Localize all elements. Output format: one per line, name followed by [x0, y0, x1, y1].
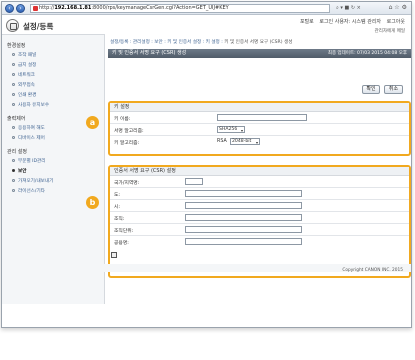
country-label: 국가/지역명: [114, 181, 140, 186]
bullet-icon [12, 169, 15, 172]
key-name-input[interactable] [217, 114, 307, 121]
sidebar-heading-preferences: 환경설정 [7, 43, 26, 49]
csr-settings-section: 인증서 서명 요구 (CSR) 설정 국가/지역명: 도: 시: 조직: 조직단… [108, 165, 411, 278]
refresh-icon[interactable]: ↻ [351, 5, 355, 11]
home-icon[interactable]: ⌂ [389, 4, 393, 11]
forward-icon[interactable]: › [16, 4, 25, 13]
cancel-button[interactable]: 취소 [384, 85, 403, 94]
sidebar-item-network[interactable]: 네트워크 [12, 72, 35, 78]
key-length-select[interactable]: 2048-bit ▾ [230, 138, 260, 145]
key-algorithm-type: RSA [217, 139, 227, 144]
common-name-input[interactable] [185, 238, 302, 245]
copyright: Copyright CANON INC. 2015 [342, 268, 403, 273]
state-input[interactable] [185, 190, 302, 197]
signature-algorithm-row: 서명 알고리즘: SHA256 ▾ [110, 124, 409, 136]
key-algorithm-label: 키 알고리즘: [114, 141, 140, 146]
sidebar-heading-management: 관리 설정 [7, 149, 27, 155]
sidebar-item-print[interactable]: 인쇄 환경 [12, 92, 36, 98]
logout-link[interactable]: 로그아웃 [387, 19, 405, 25]
breadcrumb: 설정/등록 : 관리설정 : 보안 : 키 및 인증서 설정 : 키 설정 : … [110, 39, 292, 45]
address-bar: ‹ › http://192.168.1.81:8000/rps/keymana… [2, 2, 411, 15]
page-title: 설정/등록 [23, 22, 54, 31]
dropdown-icon[interactable]: ▾ [340, 5, 343, 11]
key-algorithm-row: 키 알고리즘: RSA 2048-bit ▾ [110, 136, 409, 148]
city-label: 시: [114, 205, 121, 210]
header-links: 포털로 로그인 사용자: 시스템 관리자 로그아웃 관리자에게 메일 [296, 18, 405, 34]
url-host: 192.168.1.81 [54, 5, 92, 11]
organization-input[interactable] [185, 214, 302, 221]
favorites-icon[interactable]: ☆ [394, 4, 399, 11]
site-header: 설정/등록 포털로 로그인 사용자: 시스템 관리자 로그아웃 관리자에게 메일 [2, 16, 411, 34]
common-name-row: 공용명: [110, 236, 409, 248]
url-path: :8000/rps/keymanageCsrGen.cgi?Action=GET… [91, 5, 229, 11]
key-name-row: 키 이름: [110, 112, 409, 124]
country-row: 국가/지역명: [110, 176, 409, 188]
url-prefix: http:// [39, 5, 55, 11]
close-icon[interactable]: × [357, 5, 361, 11]
city-input[interactable] [185, 202, 302, 209]
sidebar-item-security[interactable]: 보안 [12, 168, 26, 174]
city-row: 시: [110, 200, 409, 212]
favicon-icon [33, 6, 38, 11]
callout-b: b [86, 196, 99, 209]
sidebar-item-external[interactable]: 외부접속 [12, 82, 35, 88]
chevron-down-icon: ▾ [255, 140, 258, 145]
sidebar-item-control-panel[interactable]: 조작 패널 [12, 52, 36, 58]
sidebar-heading-output: 출력제어 [7, 116, 26, 122]
key-settings-heading: 키 설정 [110, 103, 409, 112]
bullet-icon [12, 63, 15, 66]
bullet-icon [12, 83, 15, 86]
gear-icon[interactable]: ⚙ [402, 4, 407, 11]
url-input[interactable]: http://192.168.1.81:8000/rps/keymanageCs… [30, 4, 330, 13]
bullet-icon [12, 136, 15, 139]
signature-algorithm-label: 서명 알고리즘: [114, 129, 144, 134]
section-title: 키 및 인증서 서명 요구 (CSR) 생성 [112, 50, 187, 56]
common-name-label: 공용명: [114, 241, 129, 246]
page-top-icon[interactable] [111, 252, 117, 258]
sidebar-item-department-id[interactable]: 부문별 ID관리 [12, 158, 45, 164]
sidebar-item-device-control[interactable]: 디바이스 제어 [12, 135, 45, 141]
bullet-icon [12, 93, 15, 96]
state-row: 도: [110, 188, 409, 200]
breadcrumb-current: 키 및 인증서 서명 요구 (CSR) 생성 [224, 40, 293, 45]
bullet-icon [12, 73, 15, 76]
sidebar-item-import-export[interactable]: 가져오기/내보내기 [12, 178, 53, 184]
csr-settings-heading: 인증서 서명 요구 (CSR) 설정 [110, 167, 409, 176]
login-user-label: 로그인 사용자: 시스템 관리자 [319, 19, 381, 25]
organizational-unit-input[interactable] [185, 226, 302, 233]
bullet-icon [12, 103, 15, 106]
browser-window: ‹ › http://192.168.1.81:8000/rps/keymana… [1, 1, 412, 328]
settings-register-icon [6, 19, 19, 32]
ok-button[interactable]: 확인 [362, 85, 380, 94]
back-icon[interactable]: ‹ [5, 4, 14, 13]
last-updated: 최종 업데이트: 07/03 2015 04:08 오후 [327, 51, 407, 56]
organizational-unit-label: 조직단위: [114, 229, 134, 234]
signature-algorithm-select[interactable]: SHA256 ▾ [217, 126, 245, 133]
key-name-label: 키 이름: [114, 117, 131, 122]
lock-icon: ■ [344, 5, 350, 11]
address-tools: ⌕ ▾ ■ ↻ × [336, 5, 361, 11]
sidebar-item-paper-source[interactable]: 급지 설정 [12, 62, 36, 68]
portal-link[interactable]: 포털로 [300, 19, 314, 25]
browser-tools: ⌂ ☆ ⚙ [389, 4, 407, 11]
breadcrumb-links[interactable]: 설정/등록 : 관리설정 : 보안 : 키 및 인증서 설정 : 키 설정 : [110, 40, 223, 45]
sidebar-item-output-1[interactable]: 응용하여 해도 [12, 125, 45, 131]
bullet-icon [12, 53, 15, 56]
state-label: 도: [114, 193, 121, 198]
sidebar-item-license[interactable]: 라이선스/기타 [12, 188, 45, 194]
organization-row: 조직: [110, 212, 409, 224]
bullet-icon [12, 179, 15, 182]
search-icon[interactable]: ⌕ [336, 5, 339, 11]
key-settings-section: 키 설정 키 이름: 서명 알고리즘: SHA256 ▾ 키 알고리즘: RSA … [108, 101, 411, 156]
callout-a: a [86, 116, 99, 129]
section-title-bar: 키 및 인증서 서명 요구 (CSR) 생성 최종 업데이트: 07/03 20… [108, 49, 411, 58]
chevron-down-icon: ▾ [240, 128, 243, 133]
organizational-unit-row: 조직단위: [110, 224, 409, 236]
country-input[interactable] [185, 178, 203, 185]
bullet-icon [12, 189, 15, 192]
sidebar-item-user-maintenance[interactable]: 사용자 유지보수 [12, 102, 49, 108]
bullet-icon [12, 126, 15, 129]
bullet-icon [12, 159, 15, 162]
organization-label: 조직: [114, 217, 125, 222]
